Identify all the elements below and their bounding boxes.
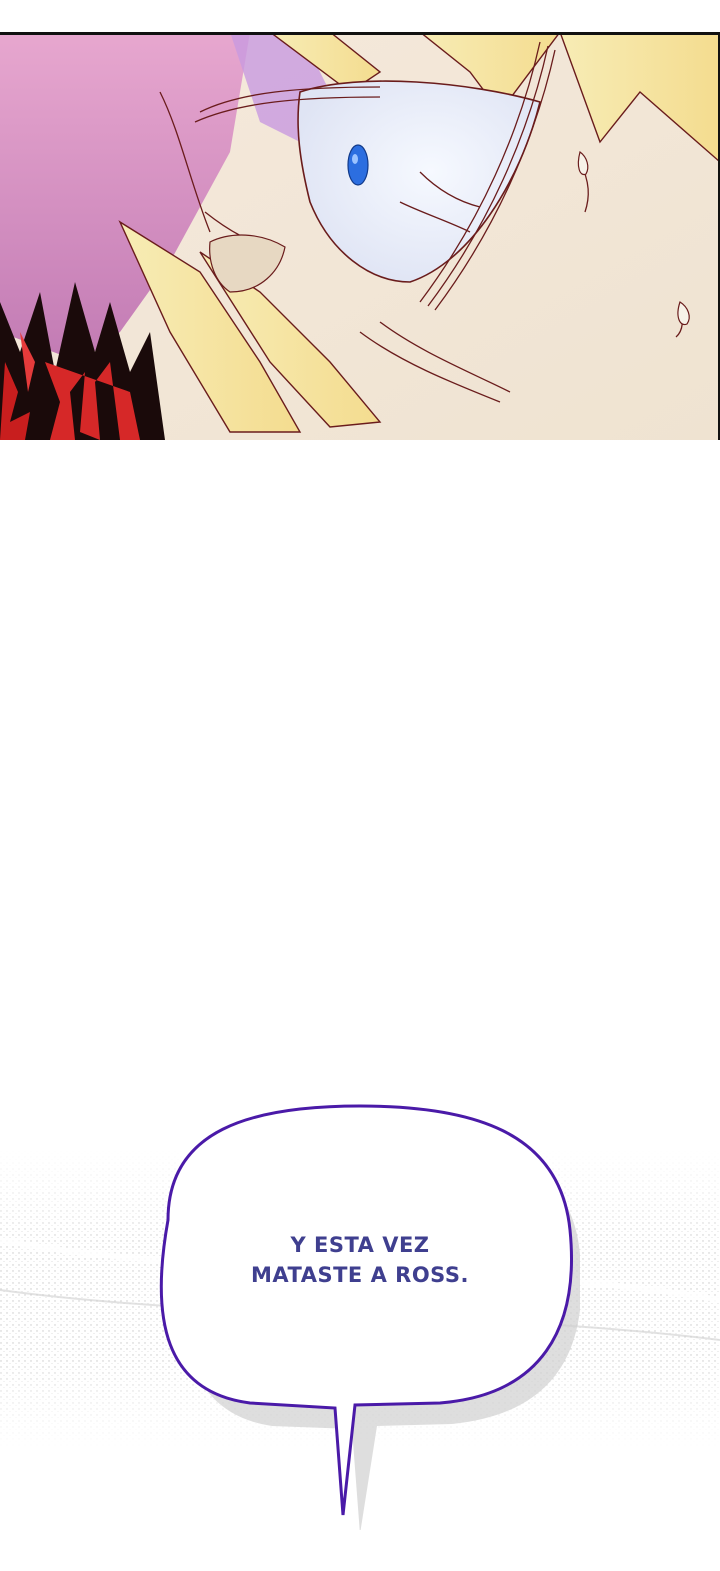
comic-panel-eye-closeup: [0, 32, 720, 440]
comic-strip: Y ESTA VEZ MATASTE A ROSS.: [0, 0, 720, 1571]
bubble-line-2: MATASTE A ROSS.: [251, 1263, 469, 1287]
gutter-space: [0, 440, 720, 1120]
speech-bubble: [159, 1104, 580, 1530]
eye-iris: [347, 144, 369, 186]
bubble-line-1: Y ESTA VEZ: [290, 1233, 430, 1257]
panel-illustration: [0, 32, 720, 440]
speech-bubble-text: Y ESTA VEZ MATASTE A ROSS.: [150, 1230, 570, 1290]
eye-highlight: [352, 154, 358, 164]
